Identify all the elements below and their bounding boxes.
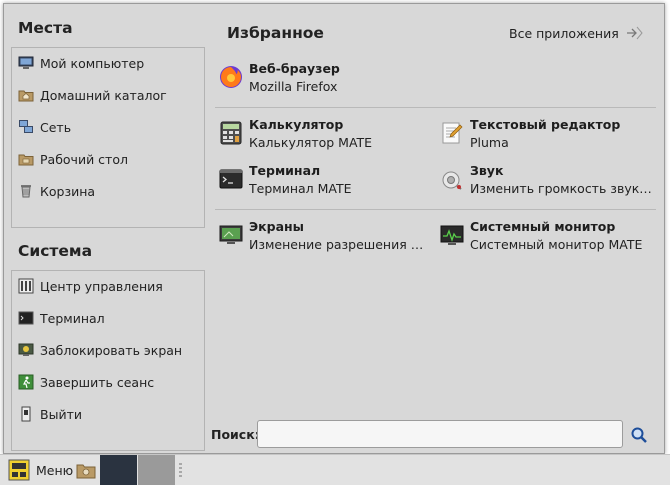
- app-name: Текстовый редактор: [470, 117, 621, 132]
- system-item-terminal[interactable]: Терминал: [18, 305, 105, 331]
- file-manager-launcher[interactable]: [76, 460, 96, 480]
- search-icon: [631, 427, 647, 443]
- computer-icon: [18, 55, 34, 71]
- places-item-label: Корзина: [40, 183, 96, 199]
- desktop-folder-icon: [18, 151, 34, 167]
- display-icon: [219, 223, 243, 247]
- mate-logo-icon: [8, 459, 30, 481]
- app-name: Звук: [470, 163, 504, 178]
- places-item-label: Рабочий стол: [40, 151, 128, 167]
- app-description: Калькулятор MATE: [249, 135, 373, 150]
- app-terminal[interactable]: Терминал Терминал MATE: [219, 162, 434, 198]
- places-item-trash[interactable]: Корзина: [18, 178, 95, 204]
- app-name: Системный монитор: [470, 219, 616, 234]
- system-item-shutdown[interactable]: Выйти: [18, 401, 82, 427]
- app-name: Экраны: [249, 219, 304, 234]
- app-displays[interactable]: Экраны Изменение разрешения и п…: [219, 218, 434, 254]
- menu-button[interactable]: Меню: [8, 458, 73, 482]
- network-icon: [18, 119, 34, 135]
- calculator-icon: [219, 121, 243, 145]
- terminal-icon: [219, 167, 243, 191]
- firefox-icon: [219, 65, 243, 89]
- system-item-label: Выйти: [40, 406, 82, 422]
- all-applications-label: Все приложения: [509, 25, 619, 41]
- app-description: Изменить громкость звука и …: [470, 181, 656, 196]
- lock-screen-icon: [18, 342, 34, 358]
- app-description: Изменение разрешения и п…: [249, 237, 429, 252]
- system-item-label: Заблокировать экран: [40, 342, 183, 358]
- main-menu-window: Места Мой компьютер Домашний каталог Сет…: [3, 3, 665, 454]
- system-list: Центр управления Терминал Заблокировать …: [11, 270, 205, 451]
- system-title: Система: [18, 242, 93, 260]
- app-description: Терминал MATE: [249, 181, 352, 196]
- places-item-label: Домашний каталог: [40, 87, 167, 103]
- logout-icon: [18, 374, 34, 390]
- shutdown-icon: [18, 406, 34, 422]
- places-item-label: Сеть: [40, 119, 72, 135]
- system-item-control-center[interactable]: Центр управления: [18, 273, 163, 299]
- panel-grip-handle[interactable]: [179, 463, 182, 477]
- sound-icon: [440, 167, 464, 191]
- terminal-icon: [18, 310, 34, 326]
- menu-button-label: Меню: [36, 462, 74, 478]
- places-title: Места: [18, 19, 73, 37]
- control-center-icon: [18, 278, 34, 294]
- places-item-computer[interactable]: Мой компьютер: [18, 50, 144, 76]
- app-name: Калькулятор: [249, 117, 344, 132]
- system-item-label: Завершить сеанс: [40, 374, 155, 390]
- separator: [215, 107, 656, 108]
- all-applications-button[interactable]: Все приложения: [509, 25, 643, 41]
- favorites-title: Избранное: [227, 24, 324, 42]
- app-system-monitor[interactable]: Системный монитор Системный монитор MATE: [440, 218, 656, 254]
- workspace-1[interactable]: [100, 455, 137, 485]
- search-input[interactable]: [257, 420, 623, 448]
- search-button[interactable]: [630, 426, 648, 444]
- app-name: Терминал: [249, 163, 321, 178]
- places-list: Мой компьютер Домашний каталог Сеть Рабо…: [11, 47, 205, 228]
- taskbar: Меню: [0, 454, 670, 485]
- search-label: Поиск:: [211, 427, 260, 442]
- folder-icon: [76, 464, 96, 479]
- app-calculator[interactable]: Калькулятор Калькулятор MATE: [219, 116, 434, 152]
- trash-icon: [18, 183, 34, 199]
- app-sound[interactable]: Звук Изменить громкость звука и …: [440, 162, 656, 198]
- app-description: Mozilla Firefox: [249, 79, 338, 94]
- system-item-logout[interactable]: Завершить сеанс: [18, 369, 154, 395]
- text-editor-icon: [440, 121, 464, 145]
- arrow-right-icon: [626, 26, 643, 40]
- app-text-editor[interactable]: Текстовый редактор Pluma: [440, 116, 656, 152]
- places-item-label: Мой компьютер: [40, 55, 145, 71]
- places-item-desktop[interactable]: Рабочий стол: [18, 146, 128, 172]
- app-description: Pluma: [470, 135, 509, 150]
- places-item-network[interactable]: Сеть: [18, 114, 71, 140]
- home-folder-icon: [18, 87, 34, 103]
- workspace-2[interactable]: [138, 455, 175, 485]
- system-item-label: Терминал: [40, 310, 105, 326]
- system-item-label: Центр управления: [40, 278, 163, 294]
- separator: [215, 209, 656, 210]
- system-monitor-icon: [440, 223, 464, 247]
- app-description: Системный монитор MATE: [470, 237, 643, 252]
- app-name: Веб-браузер: [249, 61, 340, 76]
- app-web-browser[interactable]: Веб-браузер Mozilla Firefox: [219, 60, 439, 96]
- system-item-lock-screen[interactable]: Заблокировать экран: [18, 337, 182, 363]
- places-item-home[interactable]: Домашний каталог: [18, 82, 167, 108]
